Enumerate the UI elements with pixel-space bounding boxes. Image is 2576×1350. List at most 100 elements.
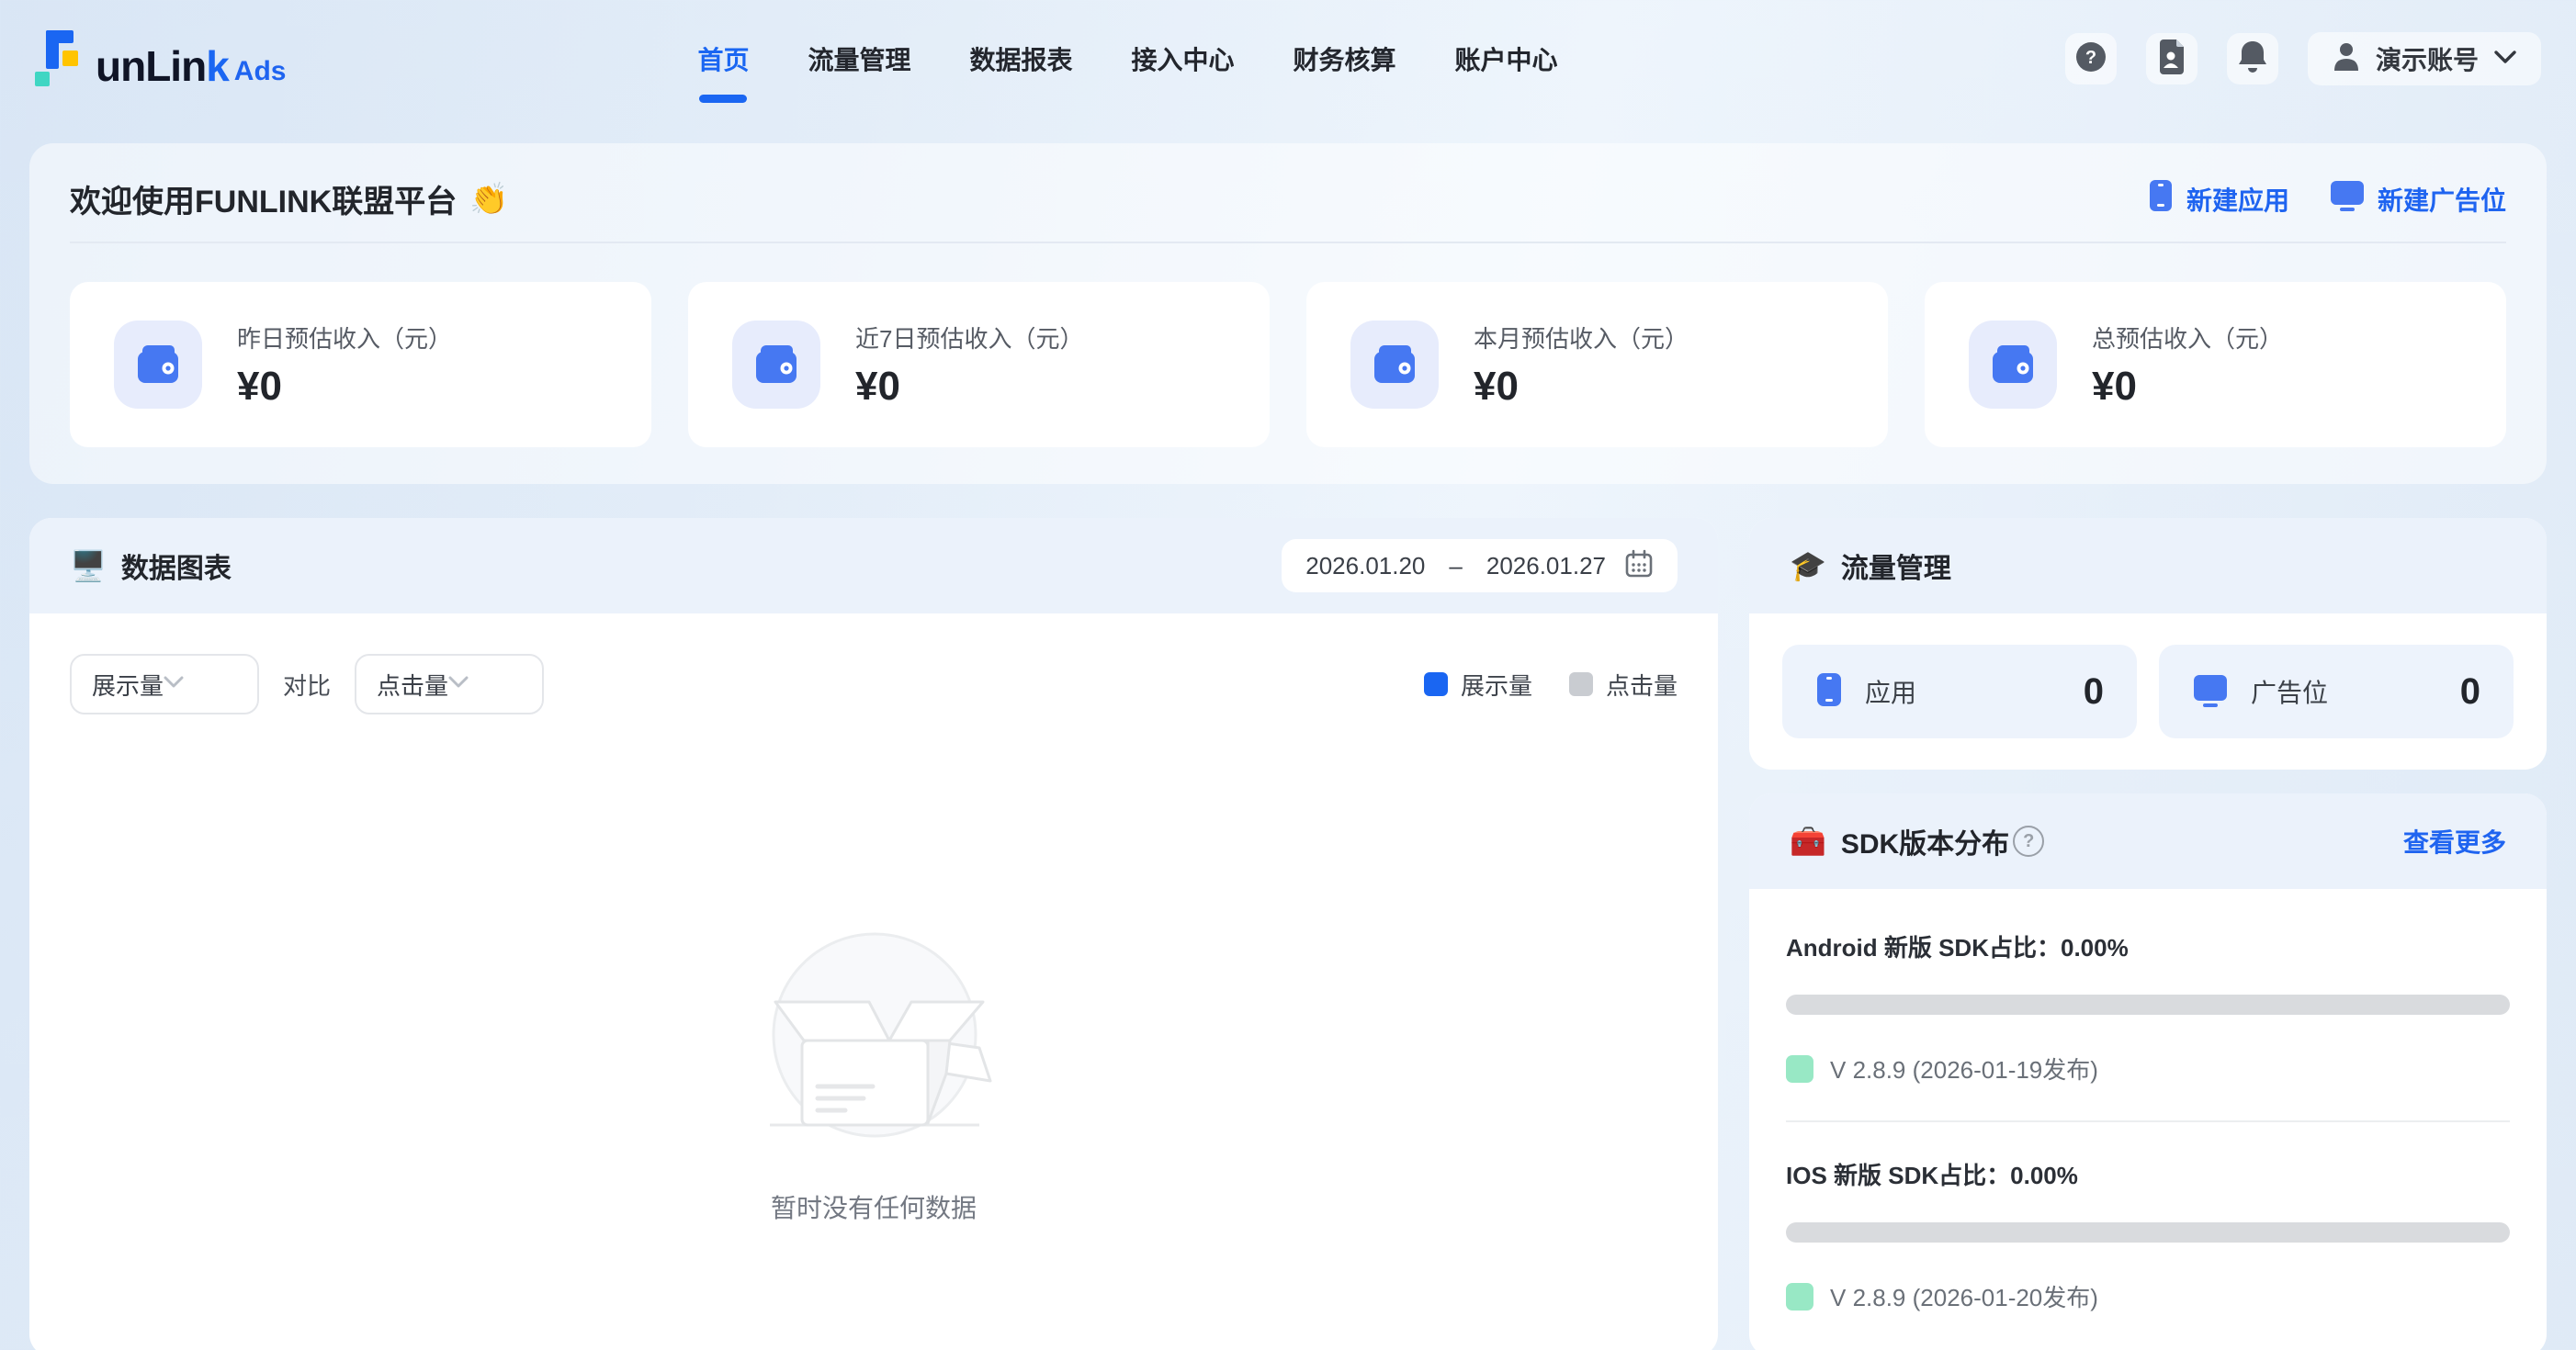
- toolbox-emoji: 🧰: [1790, 824, 1826, 859]
- chart-empty-state: 暂时没有任何数据: [70, 930, 1678, 1225]
- help-button[interactable]: ?: [2065, 33, 2117, 84]
- main-nav: 首页 流量管理 数据报表 接入中心 财务核算 账户中心: [697, 28, 1557, 90]
- version-swatch: [1786, 1283, 1813, 1311]
- ad-slots-count: 0: [2460, 671, 2480, 713]
- sdk-body: Android 新版 SDK占比：0.00% V 2.8.9 (2026-01-…: [1749, 889, 2547, 1350]
- nav-item-home[interactable]: 首页: [697, 28, 749, 90]
- nav-item-traffic[interactable]: 流量管理: [808, 28, 910, 90]
- divider: [1786, 1120, 2510, 1122]
- phone-icon: [2148, 179, 2174, 219]
- main-grid: 🖥️ 数据图表 2026.01.20 – 2026.01.27: [29, 518, 2547, 1350]
- chart-panel: 🖥️ 数据图表 2026.01.20 – 2026.01.27: [29, 518, 1718, 1350]
- traffic-panel: 🎓 流量管理 应用 0: [1749, 518, 2547, 770]
- question-circle-icon[interactable]: ?: [2013, 826, 2044, 857]
- wallet-icon: [732, 321, 820, 409]
- ad-slot-icon: [2192, 671, 2229, 713]
- document-button[interactable]: [2146, 33, 2198, 84]
- apps-card[interactable]: 应用 0: [1782, 645, 2137, 738]
- ios-share-label: IOS 新版 SDK占比：0.00%: [1786, 1157, 2510, 1191]
- nav-item-finance[interactable]: 财务核算: [1294, 28, 1396, 90]
- date-range-picker[interactable]: 2026.01.20 – 2026.01.27: [1282, 539, 1678, 592]
- clap-emoji: 👏: [469, 181, 508, 218]
- topbar: unLink Ads 首页 流量管理 数据报表 接入中心 财务核算 账户中心 ?: [29, 0, 2547, 118]
- version-swatch: [1786, 1055, 1813, 1083]
- topbar-right: ?: [2065, 32, 2541, 85]
- nav-item-account[interactable]: 账户中心: [1455, 28, 1558, 90]
- sdk-section-android: Android 新版 SDK占比：0.00% V 2.8.9 (2026-01-…: [1786, 929, 2510, 1086]
- stat-value: ¥0: [1474, 364, 1689, 410]
- stat-card-7days: 近7日预估收入（元） ¥0: [688, 282, 1270, 447]
- new-ad-slot-button[interactable]: 新建广告位: [2330, 179, 2506, 219]
- wallet-icon: [1350, 321, 1439, 409]
- right-column: 🎓 流量管理 应用 0: [1749, 518, 2547, 1350]
- sdk-section-ios: IOS 新版 SDK占比：0.00% V 2.8.9 (2026-01-20发布…: [1786, 1157, 2510, 1313]
- chart-panel-header: 🖥️ 数据图表 2026.01.20 – 2026.01.27: [29, 518, 1718, 613]
- welcome-panel: 欢迎使用FUNLINK联盟平台 👏 新建应用: [29, 143, 2547, 484]
- monitor-emoji: 🖥️: [70, 548, 107, 583]
- wallet-icon: [1969, 321, 2057, 409]
- ios-progress-bar: [1786, 1222, 2510, 1243]
- legend-swatch-gray: [1569, 672, 1593, 696]
- secondary-metric-select[interactable]: 点击量: [355, 654, 544, 714]
- notifications-button[interactable]: [2227, 33, 2278, 84]
- compare-label: 对比: [283, 668, 331, 702]
- chevron-down-icon: [448, 676, 469, 693]
- account-menu[interactable]: 演示账号: [2308, 32, 2541, 85]
- svg-text:?: ?: [2085, 48, 2096, 68]
- stat-cards: 昨日预估收入（元） ¥0 近7日预估收入（元） ¥0: [70, 282, 2506, 447]
- empty-box-illustration: [751, 930, 996, 1153]
- legend-swatch-blue: [1424, 672, 1448, 696]
- calendar-icon: [1624, 549, 1654, 583]
- chevron-down-icon: [164, 676, 184, 693]
- traffic-panel-header: 🎓 流量管理: [1749, 518, 2547, 613]
- brand-suffix: Ads: [234, 58, 287, 87]
- sdk-panel-title: 🧰 SDK版本分布: [1790, 821, 2009, 861]
- chart-legend: 展示量 点击量: [1424, 668, 1678, 702]
- stat-label: 昨日预估收入（元）: [237, 321, 452, 354]
- stat-label: 本月预估收入（元）: [1474, 321, 1689, 354]
- nav-item-integration[interactable]: 接入中心: [1132, 28, 1235, 90]
- bell-icon: [2236, 39, 2269, 79]
- date-end: 2026.01.27: [1486, 552, 1606, 580]
- ios-version-row: V 2.8.9 (2026-01-20发布): [1786, 1279, 2510, 1313]
- chart-controls: 展示量 对比 点击量: [70, 654, 1678, 714]
- graduation-cap-emoji: 🎓: [1790, 548, 1826, 583]
- brand-name: unLink: [96, 45, 229, 87]
- empty-state-text: 暂时没有任何数据: [771, 1188, 977, 1225]
- primary-metric-select[interactable]: 展示量: [70, 654, 259, 714]
- stat-card-yesterday: 昨日预估收入（元） ¥0: [70, 282, 651, 447]
- sdk-panel-header: 🧰 SDK版本分布 ? 查看更多: [1749, 793, 2547, 889]
- traffic-panel-title: 🎓 流量管理: [1790, 546, 1951, 586]
- date-start: 2026.01.20: [1305, 552, 1425, 580]
- account-name: 演示账号: [2376, 40, 2479, 77]
- user-icon: [2332, 41, 2361, 77]
- view-more-link[interactable]: 查看更多: [2403, 823, 2506, 860]
- ios-version-text: V 2.8.9 (2026-01-20发布): [1830, 1279, 2098, 1313]
- help-icon: ?: [2074, 40, 2107, 78]
- legend-impressions[interactable]: 展示量: [1424, 668, 1532, 702]
- stat-value: ¥0: [855, 364, 1083, 410]
- brand-logo: unLink Ads: [35, 30, 286, 87]
- traffic-body: 应用 0 广告位 0: [1749, 613, 2547, 770]
- android-version-text: V 2.8.9 (2026-01-19发布): [1830, 1052, 2098, 1086]
- brand-logo-icon: [35, 30, 88, 87]
- welcome-actions: 新建应用 新建广告位: [2148, 179, 2506, 219]
- wallet-icon: [114, 321, 202, 409]
- ad-slot-icon: [2330, 179, 2365, 219]
- date-separator: –: [1443, 552, 1467, 580]
- stat-label: 近7日预估收入（元）: [855, 321, 1083, 354]
- sdk-panel: 🧰 SDK版本分布 ? 查看更多 Android 新版 SDK占比：0.00% …: [1749, 793, 2547, 1350]
- nav-item-reports[interactable]: 数据报表: [970, 28, 1073, 90]
- chart-body: 展示量 对比 点击量: [29, 613, 1718, 1350]
- ad-slots-card[interactable]: 广告位 0: [2159, 645, 2514, 738]
- legend-clicks[interactable]: 点击量: [1569, 668, 1678, 702]
- android-version-row: V 2.8.9 (2026-01-19发布): [1786, 1052, 2510, 1086]
- chart-panel-title: 🖥️ 数据图表: [70, 546, 232, 586]
- phone-icon: [1815, 671, 1843, 713]
- android-progress-bar: [1786, 995, 2510, 1015]
- chevron-down-icon: [2493, 50, 2517, 69]
- new-app-button[interactable]: 新建应用: [2148, 179, 2289, 219]
- document-icon: [2156, 39, 2187, 79]
- stat-value: ¥0: [237, 364, 452, 410]
- welcome-title: 欢迎使用FUNLINK联盟平台: [70, 176, 457, 221]
